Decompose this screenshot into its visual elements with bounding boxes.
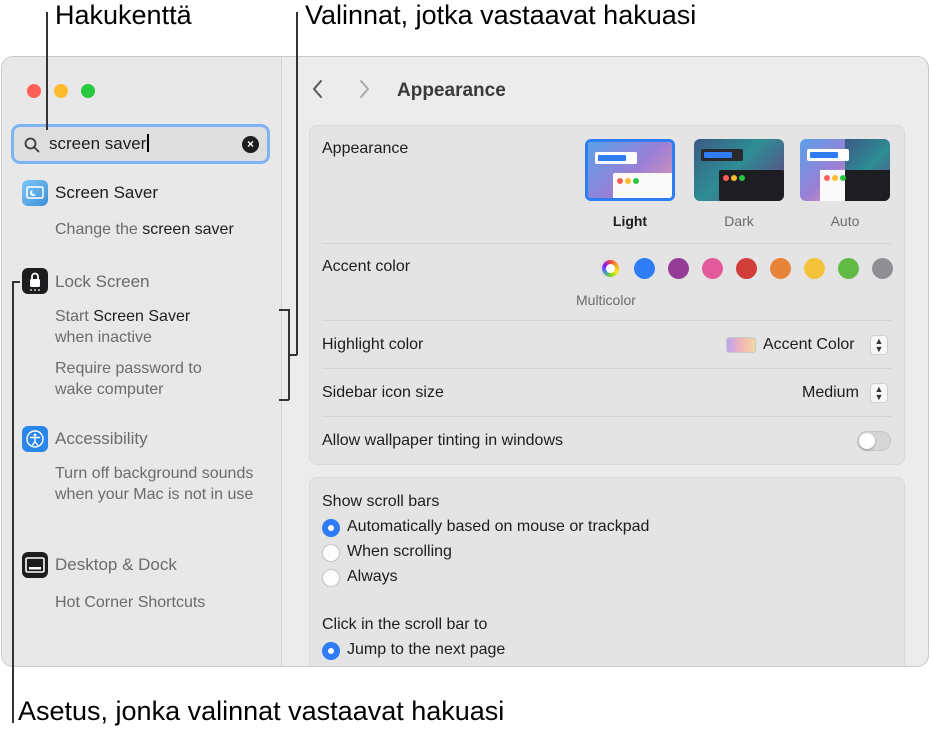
- callout-bracket-options: [288, 354, 297, 356]
- search-value: screen saver: [49, 134, 147, 153]
- radio-always-label[interactable]: Always: [347, 568, 398, 586]
- accent-color-multicolor[interactable]: [600, 258, 621, 279]
- sidebar-result-screen-saver[interactable]: Screen Saver: [55, 183, 158, 203]
- callout-matching-setting: Asetus, jonka valinnat vastaavat hakuasi: [18, 696, 505, 726]
- sidebar-icon-size-stepper-icon[interactable]: ▲ ▼: [870, 383, 888, 403]
- accent-color-swatch[interactable]: [872, 258, 893, 279]
- main-pane: Appearance Appearance Light Dark Auto Ac…: [283, 57, 928, 666]
- system-settings-window: screen saver × Screen Saver Change the s…: [1, 56, 929, 667]
- appearance-label-auto: Auto: [830, 213, 860, 229]
- divider: [322, 368, 892, 369]
- radio-when-scrolling-label[interactable]: When scrolling: [347, 543, 452, 561]
- screen-saver-icon: [22, 180, 48, 206]
- wallpaper-tinting-toggle[interactable]: [857, 431, 891, 451]
- callout-matching-options: Valinnat, jotka vastaavat hakuasi: [305, 0, 697, 30]
- radio-automatically-label[interactable]: Automatically based on mouse or trackpad: [347, 518, 649, 536]
- radio-jump-next-page[interactable]: [322, 642, 340, 660]
- highlight-color-stepper-icon[interactable]: ▲ ▼: [870, 335, 888, 355]
- appearance-card: Appearance Light Dark Auto Accent color …: [309, 125, 905, 465]
- option-change-screen-saver[interactable]: Change the screen saver: [55, 219, 234, 240]
- divider: [322, 243, 892, 244]
- highlight-color-popup[interactable]: Accent Color: [763, 336, 855, 354]
- clear-search-icon[interactable]: ×: [242, 136, 259, 153]
- scroll-bars-card: Show scroll bars Automatically based on …: [309, 477, 905, 666]
- highlight-color-swatch: [726, 337, 756, 353]
- callout-bracket-options: [279, 399, 289, 401]
- close-window-button[interactable]: [27, 84, 41, 98]
- option-require-password[interactable]: Require password to wake computer: [55, 358, 240, 400]
- accent-color-swatch[interactable]: [770, 258, 791, 279]
- accent-color-label: Accent color: [322, 258, 411, 275]
- accent-color-swatch[interactable]: [668, 258, 689, 279]
- callout-line-options: [296, 12, 298, 355]
- radio-automatically[interactable]: [322, 519, 340, 537]
- search-icon: [24, 137, 40, 153]
- sidebar-result-accessibility[interactable]: Accessibility: [55, 429, 148, 449]
- callout-search-field: Hakukenttä: [55, 0, 192, 30]
- search-field[interactable]: screen saver ×: [11, 124, 270, 164]
- appearance-option-dark[interactable]: [694, 139, 784, 201]
- appearance-option-light[interactable]: [585, 139, 675, 201]
- zoom-window-button[interactable]: [81, 84, 95, 98]
- option-hot-corner-shortcuts[interactable]: Hot Corner Shortcuts: [55, 592, 205, 613]
- page-title: Appearance: [397, 80, 506, 101]
- sidebar-icon-size-popup[interactable]: Medium: [802, 384, 859, 402]
- toggle-knob: [859, 433, 875, 449]
- wallpaper-tinting-label: Allow wallpaper tinting in windows: [322, 432, 564, 449]
- appearance-label-dark: Dark: [724, 213, 754, 229]
- accent-color-swatch[interactable]: [634, 258, 655, 279]
- accent-color-swatch[interactable]: [838, 258, 859, 279]
- radio-jump-next-page-label[interactable]: Jump to the next page: [347, 641, 505, 659]
- divider: [322, 416, 892, 417]
- sidebar-icon-size-label: Sidebar icon size: [322, 384, 444, 401]
- click-scroll-bar-label: Click in the scroll bar to: [322, 616, 488, 633]
- appearance-option-auto[interactable]: [800, 139, 890, 201]
- accent-color-selected-label: Multicolor: [576, 292, 636, 308]
- lock-icon: [22, 268, 48, 294]
- radio-always[interactable]: [322, 569, 340, 587]
- divider: [322, 320, 892, 321]
- option-background-sounds[interactable]: Turn off background sounds when your Mac…: [55, 463, 270, 505]
- callout-line-setting: [12, 281, 20, 283]
- text-caret: [147, 134, 149, 152]
- sidebar-result-lock-screen[interactable]: Lock Screen: [55, 272, 150, 292]
- show-scroll-bars-label: Show scroll bars: [322, 493, 440, 510]
- appearance-label: Appearance: [322, 140, 409, 157]
- chevron-right-icon[interactable]: [357, 79, 371, 105]
- accessibility-icon: [22, 426, 48, 452]
- appearance-label-light: Light: [612, 213, 648, 229]
- radio-when-scrolling[interactable]: [322, 544, 340, 562]
- desktop-dock-icon: [22, 552, 48, 578]
- highlight-color-label: Highlight color: [322, 336, 424, 353]
- accent-color-swatch[interactable]: [702, 258, 723, 279]
- accent-color-swatch[interactable]: [736, 258, 757, 279]
- callout-line-setting: [12, 281, 14, 723]
- minimize-window-button[interactable]: [54, 84, 68, 98]
- option-start-screen-saver[interactable]: Start Screen Saver when inactive: [55, 306, 190, 348]
- chevron-left-icon[interactable]: [311, 79, 325, 105]
- search-input[interactable]: screen saver: [49, 134, 149, 154]
- sidebar-result-desktop-dock[interactable]: Desktop & Dock: [55, 555, 177, 575]
- accent-color-swatch[interactable]: [804, 258, 825, 279]
- callout-line-search: [46, 12, 48, 130]
- sidebar: screen saver × Screen Saver Change the s…: [2, 57, 282, 666]
